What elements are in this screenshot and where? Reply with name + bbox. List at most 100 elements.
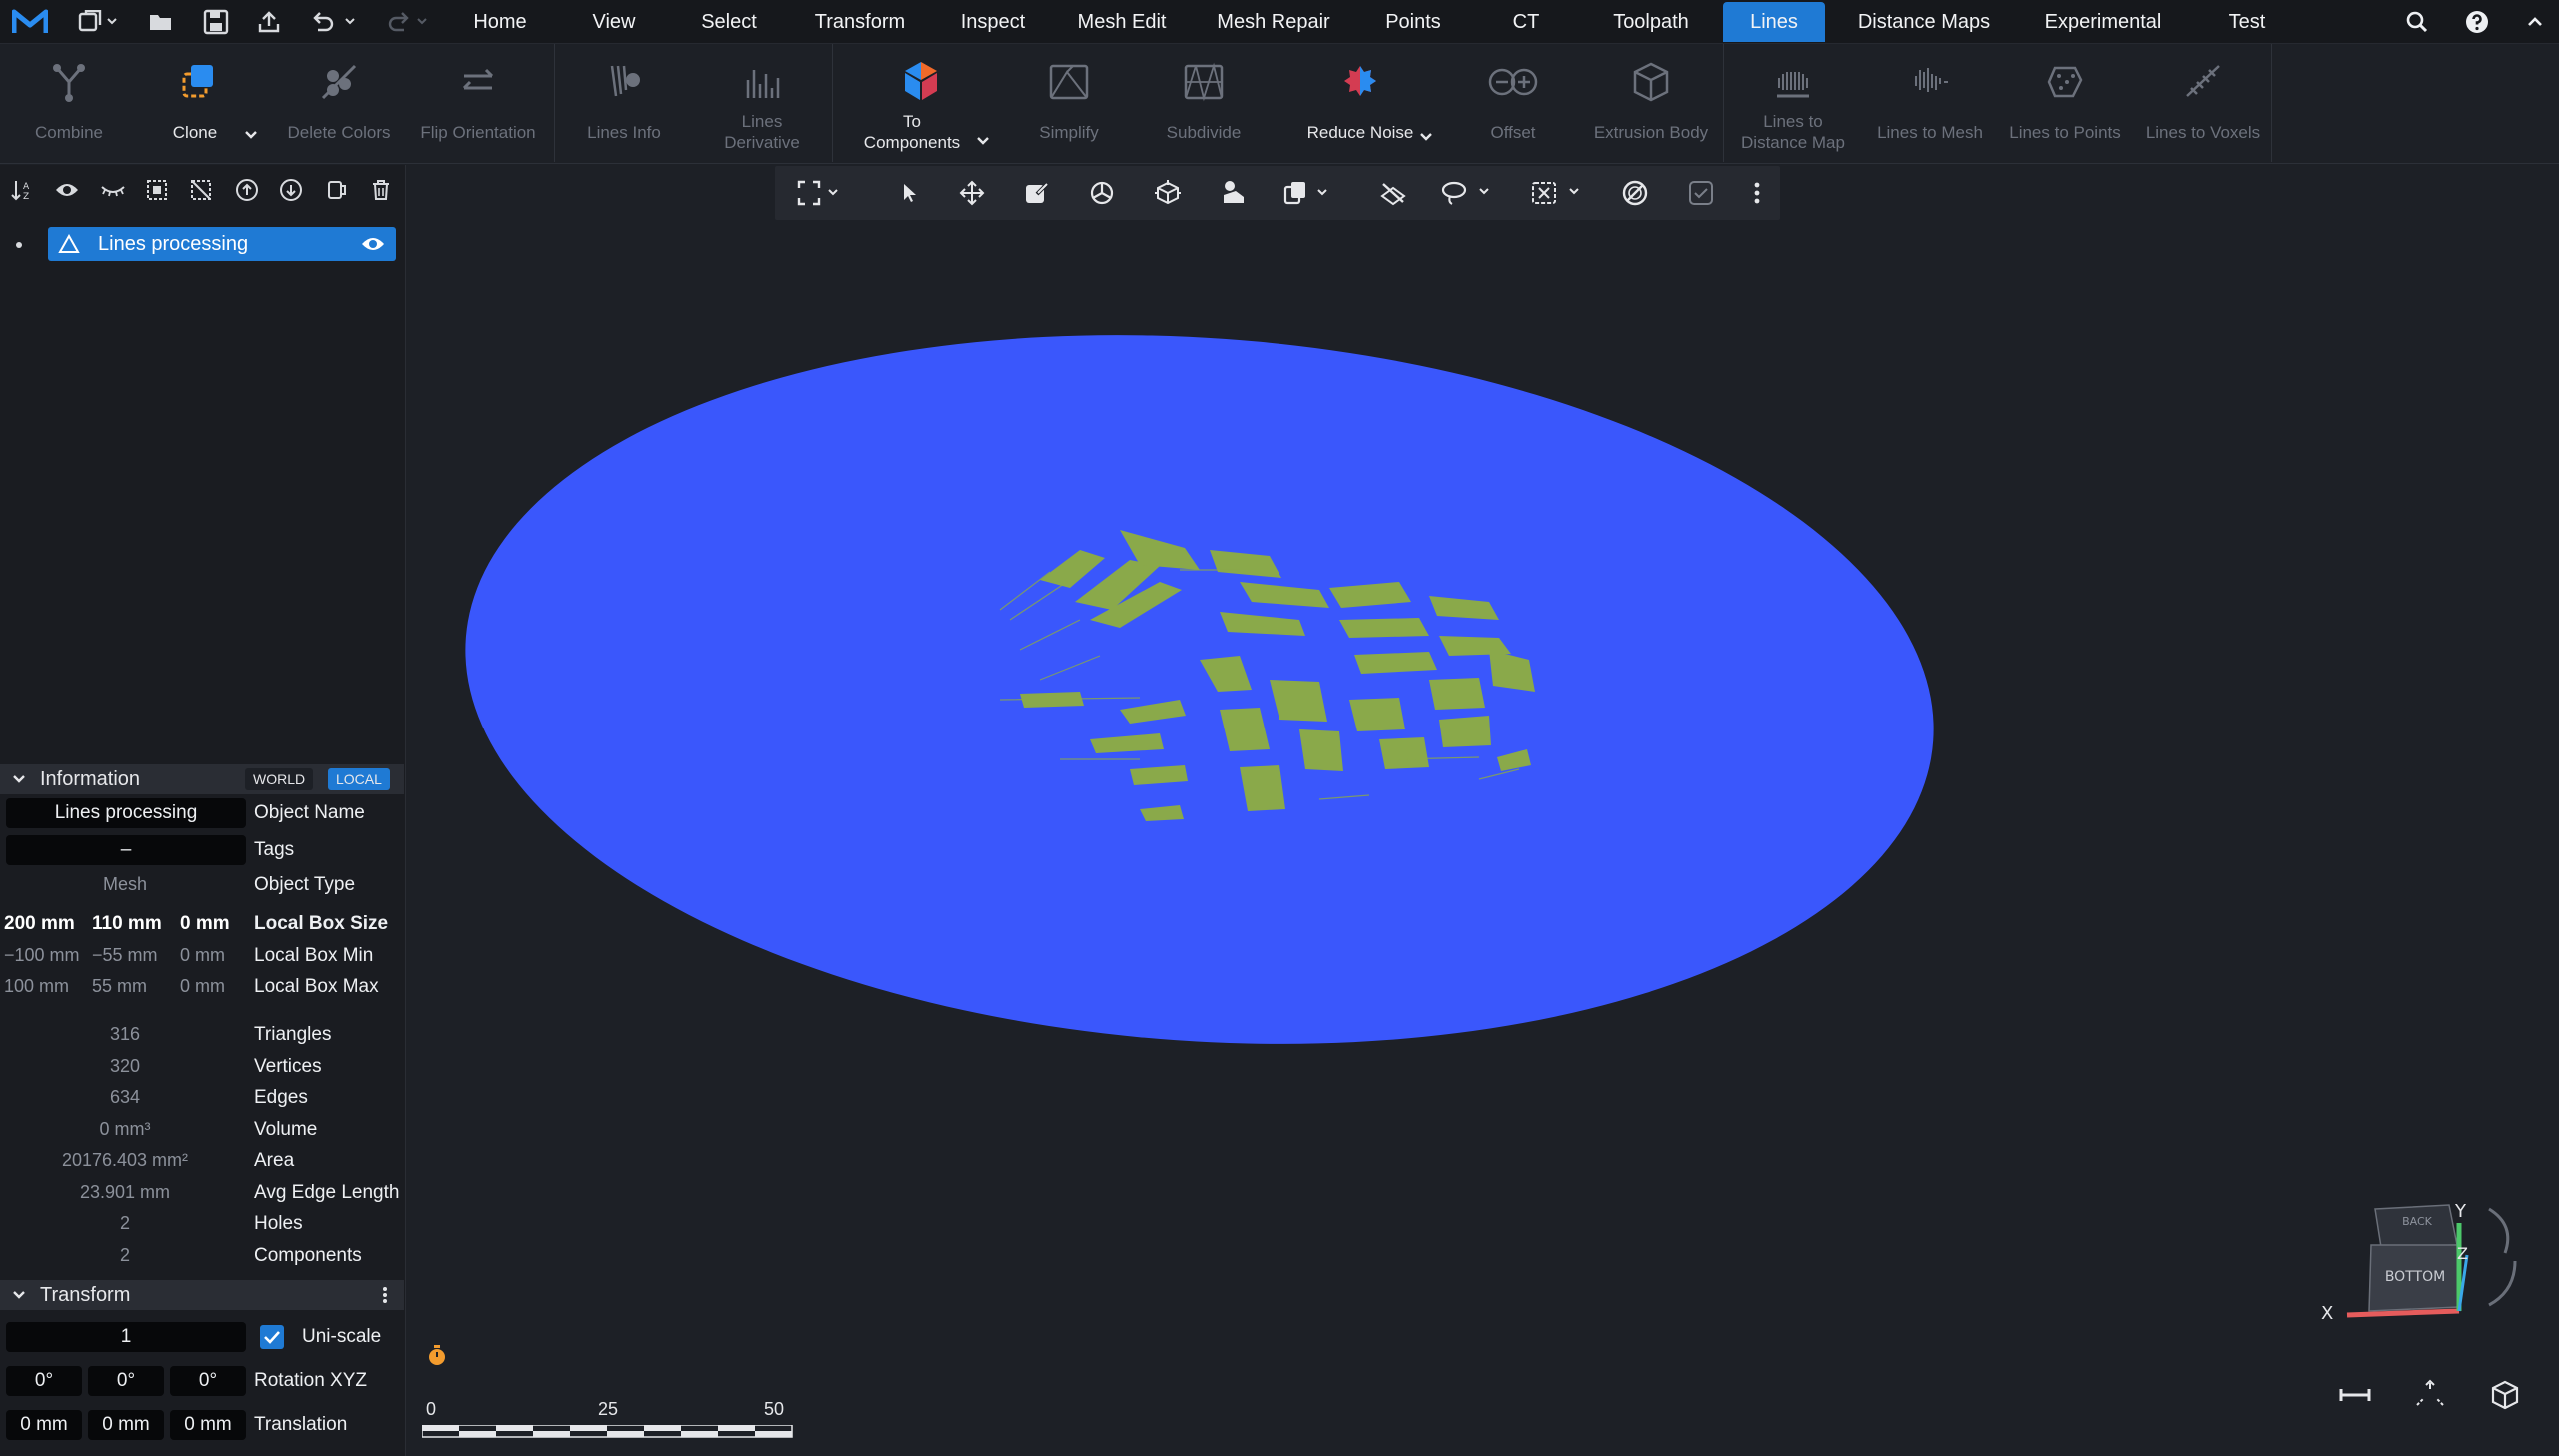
fit-view-icon[interactable] xyxy=(797,178,843,208)
reduce-noise-dropdown-chevron-icon[interactable] xyxy=(1419,132,1433,142)
simplify-button[interactable]: Simplify xyxy=(1018,44,1120,164)
hide-all-eye-closed-icon[interactable] xyxy=(98,175,128,205)
combine-button[interactable]: Combine xyxy=(14,44,124,164)
box-min-x: −100 mm xyxy=(4,945,80,965)
undo-icon[interactable] xyxy=(306,0,364,44)
local-toggle[interactable]: LOCAL xyxy=(328,768,390,790)
move-up-icon[interactable] xyxy=(232,175,262,205)
ribbon-separator xyxy=(832,44,833,162)
search-icon[interactable] xyxy=(2399,0,2435,44)
offset-button[interactable]: Offset xyxy=(1463,44,1563,164)
more-options-icon[interactable] xyxy=(382,1286,388,1304)
subdivide-button[interactable]: Subdivide xyxy=(1154,44,1254,164)
tab-mesh-repair[interactable]: Mesh Repair xyxy=(1206,0,1341,44)
lines-info-button[interactable]: Lines Info xyxy=(574,44,674,164)
app-logo-icon[interactable] xyxy=(6,0,54,44)
clone-button[interactable]: Clone xyxy=(140,44,270,164)
lines-to-mesh-button[interactable]: Lines to Mesh xyxy=(1871,44,1989,164)
translation-y-field[interactable]: 0 mm xyxy=(88,1410,164,1440)
hide-faces-icon[interactable] xyxy=(1378,178,1408,208)
timer-icon[interactable] xyxy=(426,1343,448,1367)
tab-select[interactable]: Select xyxy=(690,0,768,44)
world-toggle[interactable]: WORLD xyxy=(245,768,314,790)
tags-field[interactable]: – xyxy=(6,835,246,865)
view-cube-bottom-label[interactable]: BOTTOM xyxy=(2385,1269,2445,1285)
transform-header[interactable]: Transform xyxy=(0,1280,404,1310)
visibility-eye-icon[interactable] xyxy=(360,235,386,253)
information-header[interactable]: Information WORLD LOCAL xyxy=(0,764,404,794)
mesh-disk[interactable] xyxy=(440,320,1959,1059)
lasso-select-icon[interactable] xyxy=(1440,178,1494,208)
collapse-ribbon-icon[interactable] xyxy=(2515,0,2555,44)
clone-object-icon[interactable] xyxy=(1282,178,1332,208)
deselect-all-icon[interactable] xyxy=(186,175,216,205)
clone-dropdown-chevron-icon[interactable] xyxy=(244,130,258,140)
tab-toolpath[interactable]: Toolpath xyxy=(1599,0,1703,44)
move-icon[interactable] xyxy=(957,178,987,208)
disable-icon[interactable] xyxy=(1620,178,1650,208)
to-components-label: To Components xyxy=(863,112,961,152)
select-cursor-icon[interactable] xyxy=(895,178,925,208)
delete-colors-button[interactable]: Delete Colors xyxy=(282,44,396,164)
view-cube-back-label[interactable]: BACK xyxy=(2402,1215,2433,1228)
lines-to-voxels-button[interactable]: Lines to Voxels xyxy=(2137,44,2269,164)
translation-x-field[interactable]: 0 mm xyxy=(6,1410,82,1440)
tab-inspect[interactable]: Inspect xyxy=(950,0,1036,44)
flip-panel-icon[interactable] xyxy=(322,175,352,205)
select-all-icon[interactable] xyxy=(142,175,172,205)
object-name-field[interactable]: Lines processing xyxy=(6,798,246,828)
tab-transform[interactable]: Transform xyxy=(800,0,920,44)
volume-value: 0 mm³ xyxy=(99,1119,151,1139)
rotate-icon[interactable] xyxy=(1087,178,1117,208)
rotation-x-field[interactable]: 0° xyxy=(6,1366,82,1396)
paint-select-icon[interactable] xyxy=(1021,178,1051,208)
apply-check-icon[interactable] xyxy=(1686,178,1716,208)
tab-lines[interactable]: Lines xyxy=(1723,2,1825,42)
uni-scale-checkbox[interactable] xyxy=(260,1325,284,1349)
view-cube[interactable]: BACK BOTTOM X Y Z xyxy=(2309,1195,2539,1335)
view-cube-toggle-icon[interactable] xyxy=(2489,1379,2521,1411)
flip-orientation-button[interactable]: Flip Orientation xyxy=(412,44,544,164)
extrusion-body-button[interactable]: Extrusion Body xyxy=(1581,44,1721,164)
lines-derivative-button[interactable]: Lines Derivative xyxy=(712,44,812,164)
tab-home[interactable]: Home xyxy=(460,0,540,44)
move-down-icon[interactable] xyxy=(276,175,306,205)
reduce-noise-button[interactable]: Reduce Noise xyxy=(1295,44,1443,164)
tab-points[interactable]: Points xyxy=(1371,0,1455,44)
help-icon[interactable] xyxy=(2459,0,2495,44)
redo-icon[interactable] xyxy=(378,0,436,44)
measure-icon[interactable] xyxy=(1219,178,1249,208)
show-all-eye-icon[interactable] xyxy=(52,175,82,205)
translation-z-field[interactable]: 0 mm xyxy=(170,1410,246,1440)
lines-to-distance-map-button[interactable]: Lines to Distance Map xyxy=(1731,44,1855,164)
rotation-z-field[interactable]: 0° xyxy=(170,1366,246,1396)
tab-experimental[interactable]: Experimental xyxy=(2031,0,2175,44)
rotate-view-up-icon[interactable] xyxy=(2488,1207,2510,1254)
fit-selection-icon[interactable] xyxy=(2413,1379,2447,1409)
to-components-button[interactable]: To Components xyxy=(852,44,990,164)
save-icon[interactable] xyxy=(198,0,234,44)
lines-to-points-button[interactable]: Lines to Points xyxy=(2005,44,2125,164)
open-folder-icon[interactable] xyxy=(144,0,178,44)
rotation-y-field[interactable]: 0° xyxy=(88,1366,164,1396)
volume-label: Volume xyxy=(254,1119,318,1140)
scale-field[interactable]: 1 xyxy=(6,1322,246,1352)
more-options-icon[interactable] xyxy=(1742,178,1772,208)
delete-icon[interactable] xyxy=(366,175,396,205)
sort-icon[interactable]: AZ xyxy=(8,175,38,205)
measure-ruler-icon[interactable] xyxy=(2337,1383,2373,1407)
tab-view[interactable]: View xyxy=(578,0,650,44)
checkmark-icon xyxy=(264,1331,280,1344)
to-components-dropdown-chevron-icon[interactable] xyxy=(976,136,990,146)
transform-gizmo-icon[interactable] xyxy=(1153,178,1183,208)
box-select-icon[interactable] xyxy=(1530,178,1586,208)
export-icon[interactable] xyxy=(252,0,286,44)
rotate-view-down-icon[interactable] xyxy=(2488,1260,2517,1307)
tab-ct[interactable]: CT xyxy=(1501,0,1551,44)
new-document-icon[interactable] xyxy=(72,0,124,44)
offset-icon xyxy=(1463,60,1563,104)
tab-mesh-edit[interactable]: Mesh Edit xyxy=(1066,0,1178,44)
tab-test[interactable]: Test xyxy=(2211,0,2283,44)
scene-item-lines-processing[interactable]: Lines processing xyxy=(48,227,396,261)
tab-distance-maps[interactable]: Distance Maps xyxy=(1847,0,2001,44)
